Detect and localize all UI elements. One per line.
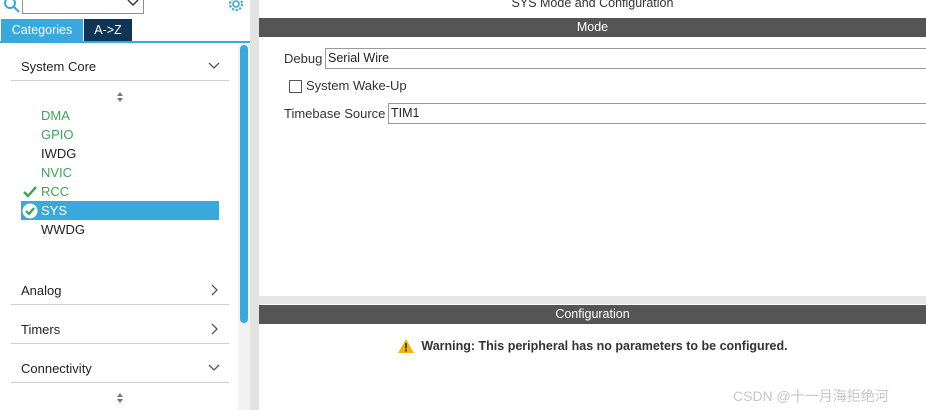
chevron-down-icon [207, 361, 221, 375]
panel-splitter[interactable] [250, 0, 259, 410]
peripheral-name: SYS [41, 203, 68, 218]
warning-text: Warning: This peripheral has no paramete… [421, 339, 788, 353]
tab-categories[interactable]: Categories [1, 19, 83, 41]
category-label: Analog [21, 283, 62, 298]
peripheral-name: GPIO [41, 127, 74, 142]
chevron-down-icon[interactable] [125, 0, 141, 11]
tab-underline [0, 41, 250, 43]
peripheral-rcc[interactable]: RCC [21, 182, 219, 201]
peripheral-name: WWDG [41, 222, 86, 237]
system-wakeup-checkbox[interactable] [289, 80, 302, 93]
peripheral-wwdg[interactable]: WWDG [21, 220, 219, 239]
watermark: CSDN @十一月海拒绝河 [733, 388, 889, 404]
peripheral-gpio[interactable]: GPIO [21, 125, 219, 144]
timebase-source-select[interactable]: TIM1 [388, 103, 926, 124]
sort-icon[interactable] [113, 391, 127, 405]
tab-a-to-z[interactable]: A->Z [84, 19, 132, 41]
system-wakeup-label: System Wake-Up [306, 78, 407, 93]
checkmark-icon [22, 184, 38, 200]
chevron-right-icon [207, 322, 221, 336]
peripheral-dma[interactable]: DMA [21, 106, 219, 125]
debug-select[interactable]: Serial Wire [325, 48, 926, 69]
debug-label: Debug [284, 51, 323, 66]
scrollbar-thumb[interactable] [240, 45, 248, 323]
peripheral-name: NVIC [41, 165, 73, 180]
category-label: Timers [21, 322, 61, 337]
section-splitter[interactable] [259, 296, 926, 304]
peripheral-name: IWDG [41, 146, 77, 161]
check-circle-icon [22, 203, 38, 219]
category-label: Connectivity [21, 361, 92, 376]
peripheral-name: RCC [41, 184, 70, 199]
category-label: System Core [21, 59, 97, 74]
gear-icon[interactable] [226, 0, 246, 14]
peripheral-iwdg[interactable]: IWDG [21, 144, 219, 163]
configuration-header: Configuration [259, 305, 926, 324]
category-connectivity[interactable]: Connectivity [11, 356, 229, 383]
chevron-right-icon [207, 283, 221, 297]
timebase-source-label: Timebase Source [284, 106, 386, 121]
peripheral-name: DMA [41, 108, 70, 123]
category-system-core[interactable]: System Core [11, 54, 229, 81]
category-analog[interactable]: Analog [11, 278, 229, 305]
peripheral-sys[interactable]: SYS [21, 201, 219, 220]
chevron-down-icon [207, 59, 221, 73]
page-title: SYS Mode and Configuration [511, 0, 674, 10]
peripheral-nvic[interactable]: NVIC [21, 163, 219, 182]
sort-icon[interactable] [113, 90, 127, 104]
mode-header: Mode [259, 18, 926, 37]
warning-message: Warning: This peripheral has no paramete… [259, 338, 926, 357]
search-icon[interactable] [3, 0, 21, 14]
category-timers[interactable]: Timers [11, 317, 229, 344]
left-panel: Categories A->Z System Core DMA GPIO IWD… [0, 0, 250, 410]
warning-icon [398, 339, 415, 353]
